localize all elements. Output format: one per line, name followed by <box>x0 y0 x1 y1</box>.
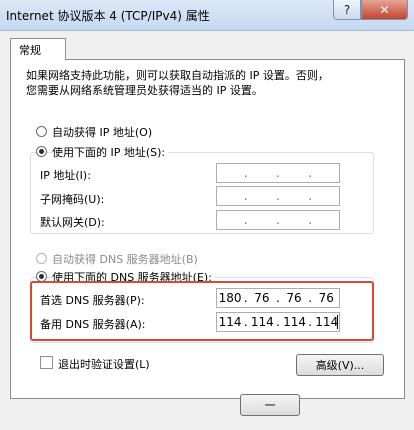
preferred-dns-input[interactable]: 180. 76. 76. 76 <box>216 288 340 308</box>
description: 如果网络支持此功能，则可以获取自动指派的 IP 设置。否则， 您需要从网络系统管… <box>26 68 386 98</box>
auto-dns-radio[interactable] <box>36 253 47 264</box>
description-line-1: 如果网络支持此功能，则可以获取自动指派的 IP 设置。否则， <box>26 69 329 82</box>
close-icon: ✕ <box>379 2 390 17</box>
help-icon: ? <box>343 2 351 17</box>
auto-ip-label: 自动获得 IP 地址(O) <box>52 126 153 139</box>
ip-address-input[interactable]: ... <box>216 163 340 183</box>
help-button[interactable]: ? <box>333 0 361 20</box>
validate-checkbox[interactable] <box>40 356 53 369</box>
title-bar: Internet 协议版本 4 (TCP/IPv4) 属性 ? ✕ <box>0 0 414 31</box>
subnet-mask-input[interactable]: ... <box>216 186 340 206</box>
auto-ip-radio[interactable] <box>36 126 47 137</box>
window-title: Internet 协议版本 4 (TCP/IPv4) 属性 <box>6 9 210 23</box>
ok-button-label: 一 <box>264 399 276 412</box>
manual-ip-radio[interactable] <box>36 146 47 157</box>
ip-address-label: IP 地址(I): <box>40 169 91 182</box>
tab-label: 常规 <box>19 44 41 57</box>
validate-label: 退出时验证设置(L) <box>58 358 150 371</box>
advanced-button-label: 高级(V)... <box>315 359 365 372</box>
text-caret <box>337 315 338 329</box>
alternate-dns-label: 备用 DNS 服务器(A): <box>40 318 146 331</box>
advanced-button[interactable]: 高级(V)... <box>296 354 384 376</box>
manual-ip-label: 使用下面的 IP 地址(S): <box>52 144 169 160</box>
alternate-dns-input[interactable]: 114. 114. 114. 114 <box>216 312 340 332</box>
gateway-input[interactable]: ... <box>216 210 340 230</box>
close-button[interactable]: ✕ <box>361 0 408 20</box>
preferred-dns-label: 首选 DNS 服务器(P): <box>40 294 145 307</box>
description-line-2: 您需要从网络系统管理员处获得适当的 IP 设置。 <box>26 84 263 97</box>
subnet-mask-label: 子网掩码(U): <box>40 193 105 206</box>
auto-dns-label: 自动获得 DNS 服务器地址(B) <box>52 253 198 266</box>
tab-general[interactable]: 常规 <box>10 38 66 60</box>
gateway-label: 默认网关(D): <box>40 216 105 229</box>
ok-button[interactable]: 一 <box>240 394 300 416</box>
